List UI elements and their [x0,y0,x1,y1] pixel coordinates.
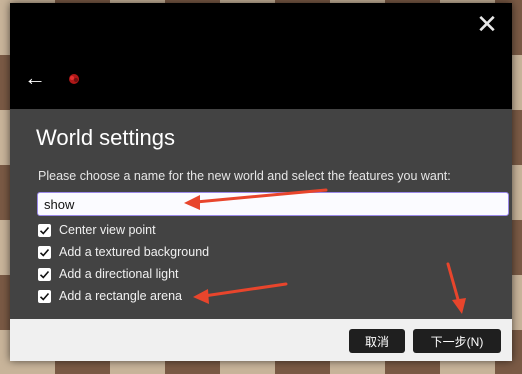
checkmark-icon [39,248,50,257]
option-label: Add a textured background [59,245,210,259]
option-label: Add a directional light [59,267,179,281]
option-label: Add a rectangle arena [59,289,183,303]
world-settings-dialog: ✕ ← World settings Please choose a name … [10,3,512,361]
webots-logo-icon [69,74,79,84]
checkbox[interactable] [38,223,51,237]
back-arrow-icon[interactable]: ← [20,63,50,93]
dialog-footer: 取消 下一步(N) [10,319,512,361]
checkbox[interactable] [38,267,51,281]
checkmark-icon [39,270,50,279]
option-center-view-point[interactable]: Center view point [38,221,156,239]
page-title: World settings [36,125,175,150]
option-textured-background[interactable]: Add a textured background [38,243,209,261]
cancel-button[interactable]: 取消 [349,329,405,353]
close-button[interactable]: ✕ [472,9,502,39]
option-directional-light[interactable]: Add a directional light [38,265,179,283]
world-name-input[interactable] [37,192,509,216]
checkbox[interactable] [38,245,51,259]
checkbox[interactable] [38,289,51,303]
checkmark-icon [39,292,50,301]
dialog-header: ✕ ← [10,3,512,109]
instruction-text: Please choose a name for the new world a… [38,169,451,183]
checkmark-icon [39,226,50,235]
next-button[interactable]: 下一步(N) [413,329,501,353]
option-label: Center view point [59,223,156,237]
option-rectangle-arena[interactable]: Add a rectangle arena [38,287,182,305]
